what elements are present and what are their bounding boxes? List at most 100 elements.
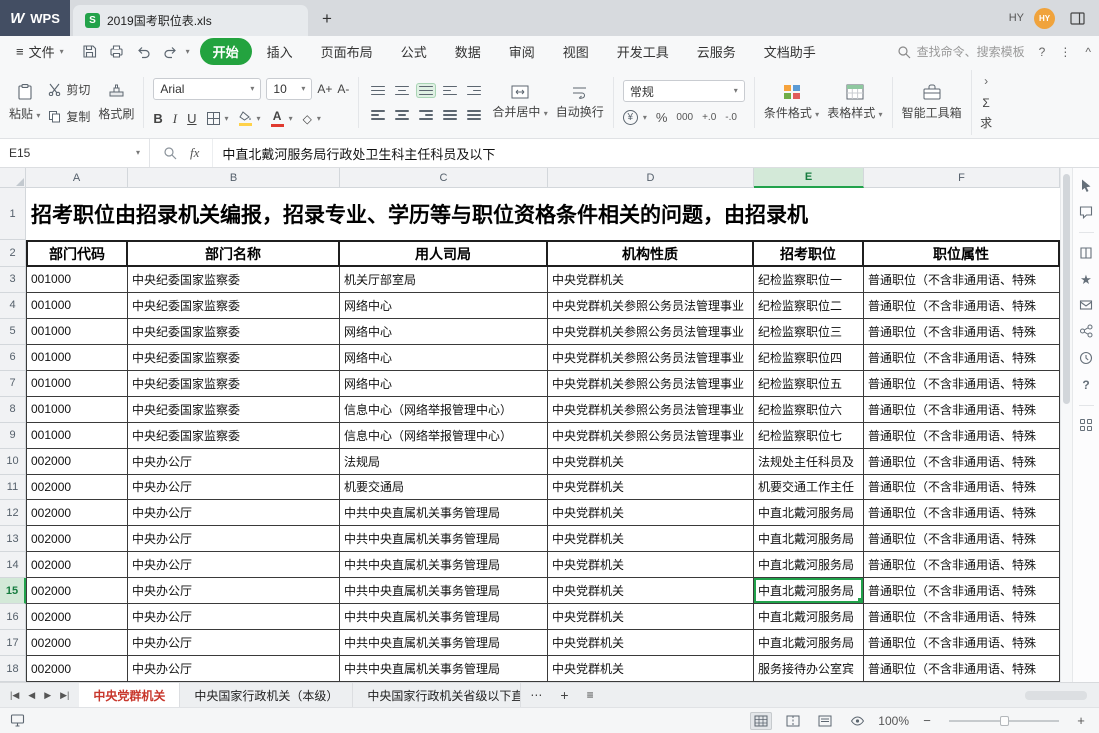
horizontal-scrollbar-thumb[interactable] bbox=[1025, 690, 1087, 700]
cell-C6[interactable]: 网络中心 bbox=[340, 344, 548, 371]
char-shading-button[interactable]: ◇ ▾ bbox=[303, 112, 321, 126]
cell-B15[interactable]: 中央办公厅 bbox=[128, 578, 340, 605]
distributed-icon[interactable] bbox=[464, 107, 484, 123]
cell-A4[interactable]: 001000 bbox=[26, 292, 128, 319]
wrap-text-button[interactable]: 自动换行 bbox=[556, 85, 604, 120]
cell-E3[interactable]: 纪检监察职位一 bbox=[754, 267, 864, 293]
column-header-B[interactable]: B bbox=[128, 168, 340, 188]
save-button[interactable] bbox=[78, 41, 102, 63]
cell-F3[interactable]: 普通职位（不含非通用语、特殊 bbox=[864, 267, 1060, 293]
zoom-level-label[interactable]: 100% bbox=[878, 714, 909, 728]
italic-button[interactable]: I bbox=[173, 111, 177, 127]
cell-C12[interactable]: 中共中央直属机关事务管理局 bbox=[340, 500, 548, 527]
row-header-13[interactable]: 13 bbox=[0, 526, 26, 553]
cell-E18[interactable]: 服务接待办公室宾 bbox=[754, 656, 864, 682]
user-avatar[interactable]: HY bbox=[1034, 7, 1055, 29]
increase-indent-icon[interactable] bbox=[464, 83, 484, 99]
cell-D14[interactable]: 中央党群机关 bbox=[548, 552, 754, 579]
cell-C4[interactable]: 网络中心 bbox=[340, 292, 548, 319]
currency-button[interactable]: ¥ ▾ bbox=[622, 110, 647, 125]
paste-button[interactable]: 粘贴 ▾ bbox=[9, 83, 40, 122]
page-layout-view-button[interactable] bbox=[814, 712, 836, 730]
history-icon[interactable] bbox=[1079, 351, 1093, 365]
menu-tab-8[interactable]: 开发工具 bbox=[604, 38, 682, 65]
cell-B5[interactable]: 中央纪委国家监察委 bbox=[128, 318, 340, 345]
merged-title-cell[interactable]: 招考职位由招录机关编报，招录专业、学历等与职位资格条件相关的问题，由招录机 bbox=[26, 188, 1060, 240]
book-icon[interactable] bbox=[1079, 246, 1093, 260]
document-tab[interactable]: S 2019国考职位表.xls bbox=[73, 5, 308, 36]
last-sheet-icon[interactable]: ▶| bbox=[60, 690, 69, 701]
normal-view-button[interactable] bbox=[750, 711, 773, 730]
formula-input[interactable]: 中直北戴河服务局行政处卫生科主任科员及以下 bbox=[213, 144, 1099, 163]
cut-button[interactable]: 剪切 bbox=[48, 81, 90, 98]
row-header-14[interactable]: 14 bbox=[0, 552, 26, 579]
cell-E14[interactable]: 中直北戴河服务局 bbox=[754, 552, 864, 579]
cell-C7[interactable]: 网络中心 bbox=[340, 370, 548, 397]
align-left-icon[interactable] bbox=[368, 107, 388, 123]
merge-center-button[interactable]: 合并居中 ▾ bbox=[492, 85, 548, 120]
cell-B4[interactable]: 中央纪委国家监察委 bbox=[128, 292, 340, 319]
table-style-button[interactable]: 表格样式 ▾ bbox=[827, 84, 883, 121]
cell-D10[interactable]: 中央党群机关 bbox=[548, 448, 754, 475]
menu-tab-7[interactable]: 视图 bbox=[550, 38, 602, 65]
cell-F11[interactable]: 普通职位（不含非通用语、特殊 bbox=[864, 474, 1060, 501]
cell-E4[interactable]: 纪检监察职位二 bbox=[754, 292, 864, 319]
cell-D3[interactable]: 中央党群机关 bbox=[548, 267, 754, 293]
menu-tab-1[interactable]: 开始 bbox=[199, 38, 252, 65]
cell-A12[interactable]: 002000 bbox=[26, 500, 128, 527]
apps-grid-icon[interactable] bbox=[1080, 419, 1092, 431]
row-header-6[interactable]: 6 bbox=[0, 344, 26, 371]
more-vertical-icon[interactable]: ⋮ bbox=[1059, 45, 1071, 59]
cell-F5[interactable]: 普通职位（不含非通用语、特殊 bbox=[864, 318, 1060, 345]
window-panel-icon[interactable] bbox=[1065, 7, 1089, 29]
align-bottom-icon[interactable] bbox=[416, 82, 437, 98]
cell-B12[interactable]: 中央办公厅 bbox=[128, 500, 340, 527]
column-header-D[interactable]: D bbox=[548, 168, 754, 188]
font-color-button[interactable]: A ▾ bbox=[270, 110, 293, 127]
insert-function-button[interactable]: fx bbox=[190, 145, 199, 161]
table-header-cell-3[interactable]: 用人司局 bbox=[340, 240, 548, 267]
font-name-select[interactable]: Arial ▾ bbox=[153, 78, 262, 100]
conditional-format-button[interactable]: 条件格式 ▾ bbox=[764, 84, 819, 121]
decrease-indent-icon[interactable] bbox=[440, 83, 460, 99]
wps-home-button[interactable]: W WPS bbox=[0, 0, 70, 36]
cell-F10[interactable]: 普通职位（不含非通用语、特殊 bbox=[864, 448, 1060, 475]
cell-C5[interactable]: 网络中心 bbox=[340, 318, 548, 345]
cell-D17[interactable]: 中央党群机关 bbox=[548, 630, 754, 657]
cell-B17[interactable]: 中央办公厅 bbox=[128, 630, 340, 657]
cell-A14[interactable]: 002000 bbox=[26, 552, 128, 579]
column-header-A[interactable]: A bbox=[26, 168, 128, 188]
font-size-select[interactable]: 10 ▾ bbox=[266, 78, 313, 100]
row-header-10[interactable]: 10 bbox=[0, 448, 26, 475]
row-header-11[interactable]: 11 bbox=[0, 474, 26, 501]
row-header-7[interactable]: 7 bbox=[0, 370, 26, 397]
percent-button[interactable]: % bbox=[656, 110, 668, 125]
sheet-tab-1[interactable]: 中央党群机关 bbox=[79, 683, 181, 707]
collapse-ribbon-button[interactable]: ^ bbox=[1085, 45, 1091, 59]
cell-D15[interactable]: 中央党群机关 bbox=[548, 578, 754, 605]
decrease-decimal-button[interactable]: -.0 bbox=[725, 112, 737, 123]
row-header-8[interactable]: 8 bbox=[0, 396, 26, 423]
align-right-icon[interactable] bbox=[416, 107, 436, 123]
cell-B18[interactable]: 中央办公厅 bbox=[128, 656, 340, 682]
row-header-17[interactable]: 17 bbox=[0, 630, 26, 657]
cell-E13[interactable]: 中直北戴河服务局 bbox=[754, 526, 864, 553]
ribbon-scroll-right-icon[interactable]: › bbox=[984, 74, 988, 88]
first-sheet-icon[interactable]: |◀ bbox=[10, 690, 19, 701]
menu-tab-6[interactable]: 审阅 bbox=[496, 38, 548, 65]
page-break-view-button[interactable] bbox=[782, 712, 804, 730]
mail-icon[interactable] bbox=[1079, 299, 1093, 311]
cell-D4[interactable]: 中央党群机关参照公务员法管理事业 bbox=[548, 292, 754, 319]
row-header-12[interactable]: 12 bbox=[0, 500, 26, 527]
row-header-3[interactable]: 3 bbox=[0, 267, 26, 293]
cell-B9[interactable]: 中央纪委国家监察委 bbox=[128, 422, 340, 449]
cell-E12[interactable]: 中直北戴河服务局 bbox=[754, 500, 864, 527]
cell-A17[interactable]: 002000 bbox=[26, 630, 128, 657]
cell-C8[interactable]: 信息中心（网络举报管理中心） bbox=[340, 396, 548, 423]
cell-B16[interactable]: 中央办公厅 bbox=[128, 604, 340, 631]
cell-F9[interactable]: 普通职位（不含非通用语、特殊 bbox=[864, 422, 1060, 449]
cell-D12[interactable]: 中央党群机关 bbox=[548, 500, 754, 527]
star-icon[interactable]: ★ bbox=[1080, 273, 1092, 286]
zoom-out-button[interactable]: − bbox=[919, 713, 935, 728]
align-middle-icon[interactable] bbox=[392, 83, 412, 99]
